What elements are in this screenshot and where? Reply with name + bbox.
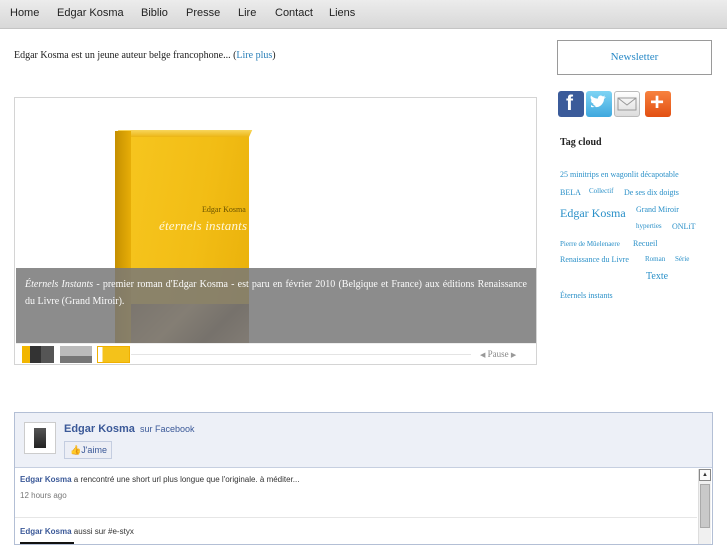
slide-thumbnail-1[interactable]	[22, 346, 54, 363]
newsletter-button[interactable]: Newsletter	[557, 40, 712, 75]
post-author[interactable]: Edgar Kosma	[20, 475, 72, 484]
nav-item-edgar-kosma[interactable]: Edgar Kosma	[57, 7, 124, 19]
slide-caption: Éternels Instants - premier roman d'Edga…	[16, 268, 536, 343]
like-label: J'aime	[81, 445, 107, 455]
prev-arrow-icon[interactable]: ◀	[480, 351, 485, 359]
tag-link[interactable]: Renaissance du Livre	[560, 255, 629, 264]
facebook-like-button[interactable]: 👍J'aime	[64, 441, 112, 459]
facebook-header: Edgar Kosma sur Facebook 👍J'aime	[15, 413, 712, 468]
tag-link[interactable]: hyperties	[636, 222, 662, 230]
facebook-page-name[interactable]: Edgar Kosma	[64, 423, 135, 435]
tag-link[interactable]: Roman	[645, 255, 665, 263]
slideshow: Edgar Kosma éternels instants Éternels I…	[14, 97, 537, 365]
divider	[15, 517, 697, 518]
pause-button[interactable]: Pause	[488, 349, 509, 359]
thumbnail-strip: ◀ Pause ▶	[16, 343, 536, 364]
mail-icon[interactable]	[614, 91, 640, 117]
next-arrow-icon[interactable]: ▶	[511, 351, 516, 359]
twitter-icon[interactable]	[586, 91, 612, 117]
facebook-like-box: Edgar Kosma sur Facebook 👍J'aime Edgar K…	[14, 412, 713, 545]
tag-link[interactable]: Texte	[646, 271, 668, 282]
intro-text: Edgar Kosma est un jeune auteur belge fr…	[14, 50, 276, 61]
nav-item-home[interactable]: Home	[10, 7, 39, 19]
avatar[interactable]	[24, 422, 56, 454]
post-text: aussi sur #e-styx	[71, 527, 134, 536]
facebook-scrollbar[interactable]: ▲	[698, 469, 711, 544]
slide-thumbnail-3[interactable]	[97, 346, 130, 363]
slide-thumbnail-2[interactable]	[60, 346, 92, 363]
book-top-edge	[115, 130, 253, 137]
tag-link[interactable]: De ses dix doigts	[624, 188, 679, 197]
facebook-icon[interactable]: f	[558, 91, 584, 117]
list-item: Edgar Kosma aussi sur #e-styx	[20, 527, 134, 536]
thumbnail-divider	[131, 354, 471, 355]
post-time: 12 hours ago	[20, 491, 67, 500]
book-cover-title: éternels instants	[159, 218, 248, 233]
tag-link[interactable]: BELA	[560, 188, 581, 197]
caption-text: - premier roman d'Edgar Kosma - est paru…	[25, 279, 527, 307]
tag-link[interactable]: Grand Miroir	[636, 205, 679, 214]
tag-link[interactable]: Recueil	[633, 239, 657, 248]
nav-item-liens[interactable]: Liens	[329, 7, 355, 19]
tag-link[interactable]: Pierre de Mûelenaere	[560, 240, 620, 248]
slide-image[interactable]: Edgar Kosma éternels instants Éternels I…	[16, 99, 536, 343]
nav-item-contact[interactable]: Contact	[275, 7, 313, 19]
nav-item-biblio[interactable]: Biblio	[141, 7, 168, 19]
scrollbar-thumb[interactable]	[700, 484, 710, 528]
facebook-sur-label: sur Facebook	[140, 424, 195, 434]
tag-link[interactable]: Série	[675, 255, 689, 263]
caption-title: Éternels Instants	[25, 279, 94, 290]
post-text: a rencontré une short url plus longue qu…	[71, 475, 300, 484]
nav-item-presse[interactable]: Presse	[186, 7, 220, 19]
tag-cloud-title: Tag cloud	[560, 137, 602, 148]
scroll-up-icon[interactable]: ▲	[699, 469, 711, 481]
slideshow-controls: ◀ Pause ▶	[480, 349, 516, 359]
facebook-stream: Edgar Kosma a rencontré une short url pl…	[15, 469, 697, 544]
list-item: Edgar Kosma a rencontré une short url pl…	[20, 475, 299, 484]
nav-item-lire[interactable]: Lire	[238, 7, 256, 19]
tag-link[interactable]: 25 minitrips en wagonlit décapotable	[560, 170, 679, 179]
tag-link[interactable]: Éternels instants	[560, 291, 613, 300]
tag-link[interactable]: ONLiT	[672, 222, 696, 231]
top-navigation: Home Edgar Kosma Biblio Presse Lire Cont…	[0, 0, 727, 29]
plus-icon[interactable]: +	[645, 89, 671, 117]
lire-plus-link[interactable]: Lire plus	[236, 50, 272, 61]
thumbs-up-icon: 👍	[70, 445, 82, 455]
post-author[interactable]: Edgar Kosma	[20, 527, 72, 536]
tag-link[interactable]: Edgar Kosma	[560, 206, 626, 221]
intro-body: Edgar Kosma est un jeune auteur belge fr…	[14, 50, 237, 61]
book-cover-author: Edgar Kosma	[202, 205, 246, 214]
intro-close: )	[272, 50, 276, 61]
tag-link[interactable]: Collectif	[589, 187, 614, 195]
